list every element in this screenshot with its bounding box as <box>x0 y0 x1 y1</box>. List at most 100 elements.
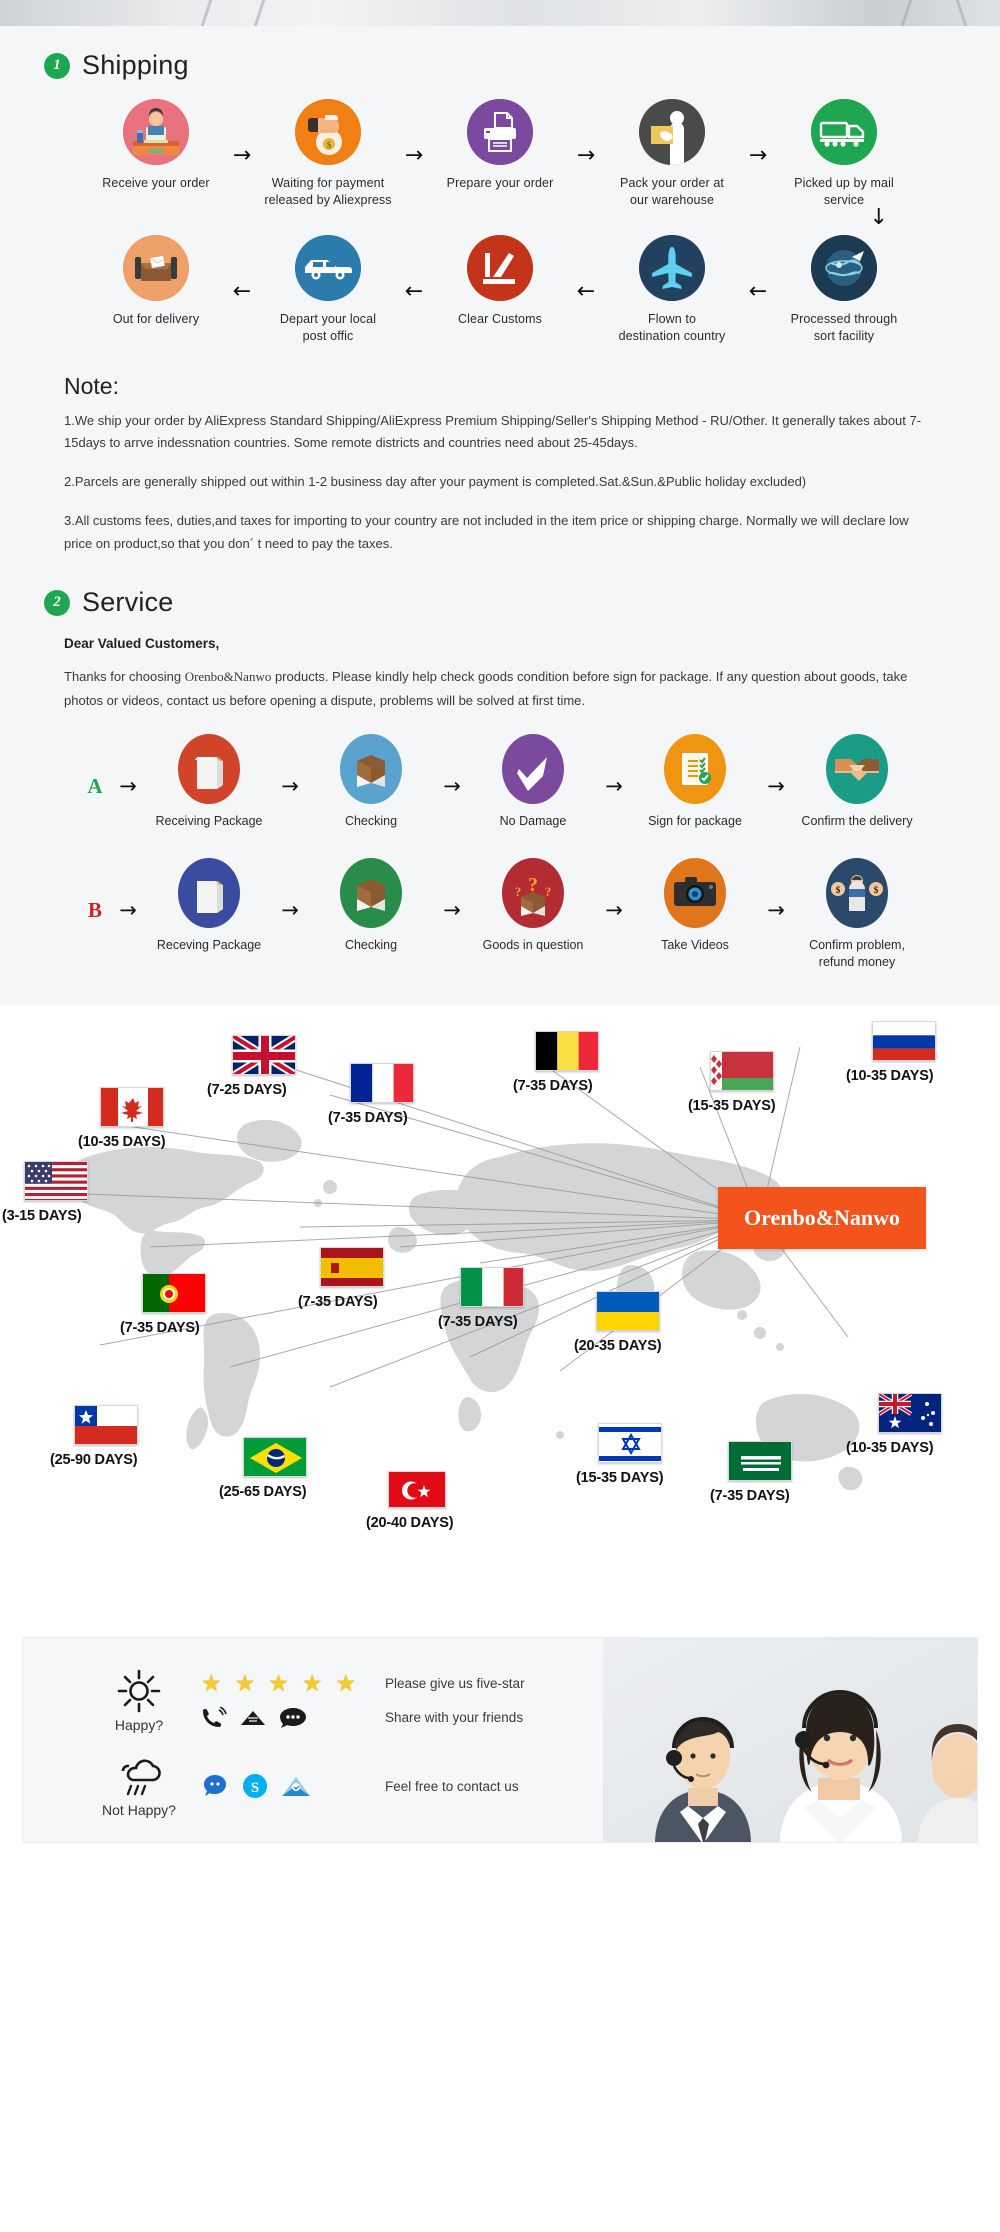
star-icon[interactable]: ★ <box>268 1671 289 1695</box>
shipping-step-label: Waiting for payment released by Aliexpre… <box>264 176 392 207</box>
service-step-label: Receving Package <box>156 937 262 952</box>
destination-portugal: (7-35 DAYS) <box>120 1272 206 1336</box>
arrow-right-icon: → <box>281 897 299 922</box>
aliwangwang-icon[interactable] <box>201 1773 229 1799</box>
shipping-step: Flown to destination country <box>603 234 741 345</box>
rain-cloud-icon <box>121 1759 161 1795</box>
mail-icon[interactable] <box>281 1774 311 1798</box>
happy-mood: Happy? <box>83 1668 195 1733</box>
flag-france <box>350 1062 414 1103</box>
shipping-service-block: 1 Shipping Receive your order → $ Waitin… <box>0 26 1000 1005</box>
days-label: (3-15 DAYS) <box>2 1207 82 1224</box>
check-mark-icon <box>502 734 564 805</box>
destination-uk: (7-25 DAYS) <box>207 1034 296 1098</box>
note-paragraph: 1.We ship your order by AliExpress Stand… <box>64 412 922 451</box>
service-intro: Dear Valued Customers, Thanks for choosi… <box>0 622 1000 712</box>
destination-chile: (25-90 DAYS) <box>50 1404 138 1468</box>
star-rating[interactable]: ★ ★ ★ ★ ★ <box>195 1671 385 1695</box>
svg-text:S: S <box>251 1780 259 1796</box>
days-label: (25-90 DAYS) <box>50 1451 138 1468</box>
shipping-step-label: Receive your order <box>102 176 210 190</box>
shipping-step-label: Flown to destination country <box>618 311 726 343</box>
open-box-icon <box>340 734 402 805</box>
destination-brazil: (25-65 DAYS) <box>219 1436 307 1500</box>
service-greeting: Dear Valued Customers, <box>64 636 220 652</box>
shipping-step: Receive your order <box>87 99 225 192</box>
flag-usa <box>24 1160 88 1201</box>
airplane-icon <box>639 234 705 301</box>
skype-icon[interactable]: S <box>242 1773 268 1799</box>
service-step: Receiving Package <box>148 734 270 830</box>
shipping-map-block: (7-25 DAYS) (10-35 DAYS) (7-35 DAYS) (7-… <box>0 1004 1000 1619</box>
service-step-label: Checking <box>344 814 398 829</box>
service-step-label: Goods in question <box>482 937 584 952</box>
support-card: Happy? ★ ★ ★ ★ ★ Please give us five-sta <box>22 1636 978 1843</box>
printer-icon <box>467 99 533 165</box>
days-label: (7-35 DAYS) <box>120 1319 200 1336</box>
days-label: (7-25 DAYS) <box>207 1081 287 1098</box>
star-icon[interactable]: ★ <box>201 1671 222 1695</box>
shipping-step: $ Waiting for payment released by Aliexp… <box>259 99 397 209</box>
arrow-left-icon: ← <box>232 278 252 304</box>
five-star-text: Please give us five-star <box>385 1675 525 1691</box>
destination-ukraine: (20-35 DAYS) <box>574 1290 662 1354</box>
support-section: Happy? ★ ★ ★ ★ ★ Please give us five-sta <box>0 1618 1000 1867</box>
service-step-label: Checking <box>344 937 398 952</box>
note-paragraph: 2.Parcels are generally shipped out with… <box>64 474 807 489</box>
destination-italy: (7-35 DAYS) <box>438 1266 524 1330</box>
arrow-right-icon: → <box>748 143 768 168</box>
shipping-step-label: Out for delivery <box>112 311 200 326</box>
arrow-right-icon: → <box>443 897 461 922</box>
service-step: Sign for package <box>634 734 756 830</box>
flag-spain <box>320 1246 384 1287</box>
support-happy-row: Happy? ★ ★ ★ ★ ★ Please give us five-sta <box>83 1668 603 1733</box>
arrow-down-icon-wrap: ↓ <box>870 203 888 230</box>
worker-packing-icon <box>639 99 705 165</box>
shipping-section-header: 1 Shipping <box>0 26 1000 85</box>
destination-russia: (10-35 DAYS) <box>846 1020 936 1084</box>
closed-box-icon <box>178 734 240 805</box>
star-icon[interactable]: ★ <box>302 1671 323 1695</box>
top-banner-strip <box>0 0 1000 26</box>
destination-spain: (7-35 DAYS) <box>298 1246 384 1310</box>
arrow-right-icon: → <box>232 143 252 168</box>
star-icon[interactable]: ★ <box>336 1671 357 1695</box>
svg-text:?: ? <box>545 884 552 899</box>
not-happy-mood: Not Happy? <box>83 1755 195 1818</box>
money-person-icon: $ $ <box>826 857 888 928</box>
flag-turkey <box>388 1470 446 1508</box>
destination-usa: (3-15 DAYS) <box>2 1160 88 1224</box>
row-a-letter: A <box>87 774 103 799</box>
service-paragraph: Thanks for choosing Orenbo&Nanwo product… <box>64 665 936 712</box>
phone-ring-icon[interactable] <box>201 1706 227 1729</box>
flag-ukraine <box>596 1290 660 1331</box>
destination-belgium: (7-35 DAYS) <box>513 1030 599 1094</box>
star-icon[interactable]: ★ <box>235 1671 256 1695</box>
service-flow-row-a: A → Receiving Package → Checking → No Da… <box>0 712 1000 830</box>
shipping-flow-row-1: Receive your order → $ Waiting for payme… <box>0 85 1000 209</box>
flag-saudi-arabia <box>728 1440 792 1481</box>
note-paragraph: 3.All customs fees, duties,and taxes for… <box>64 512 909 551</box>
service-step: $ $ Confirm problem, refund money <box>796 857 918 971</box>
svg-text:$: $ <box>836 885 841 895</box>
contact-icons-not-happy: S <box>195 1773 385 1799</box>
shipping-step-label: Processed through sort facility <box>790 311 898 343</box>
flag-belgium <box>535 1030 599 1071</box>
clipboard-sign-icon <box>664 734 726 805</box>
shipping-step-label: Pack your order at our warehouse <box>620 176 724 207</box>
shipping-step: Picked up by mail service <box>775 99 913 209</box>
shipping-step-label: Picked up by mail service <box>794 176 894 207</box>
shipping-flow-row-1-wrap: Receive your order → $ Waiting for payme… <box>0 85 1000 230</box>
service-step-label: Confirm the delivery <box>801 814 913 829</box>
service-step-label: Receiving Package <box>155 814 263 829</box>
service-flow-row-b: B → Receving Package → Checking → ? ? ? … <box>0 830 1000 971</box>
person-at-desk-icon <box>123 99 189 165</box>
shipping-step-label: Clear Customs <box>458 311 542 326</box>
service-step-label: Take Videos <box>661 937 729 952</box>
flag-portugal <box>142 1272 206 1313</box>
service-step: Checking <box>310 857 432 954</box>
days-label: (7-35 DAYS) <box>438 1313 518 1330</box>
chat-bubble-icon[interactable] <box>279 1707 307 1729</box>
envelope-icon[interactable] <box>240 1707 266 1729</box>
service-step-label: Sign for package <box>648 814 742 829</box>
